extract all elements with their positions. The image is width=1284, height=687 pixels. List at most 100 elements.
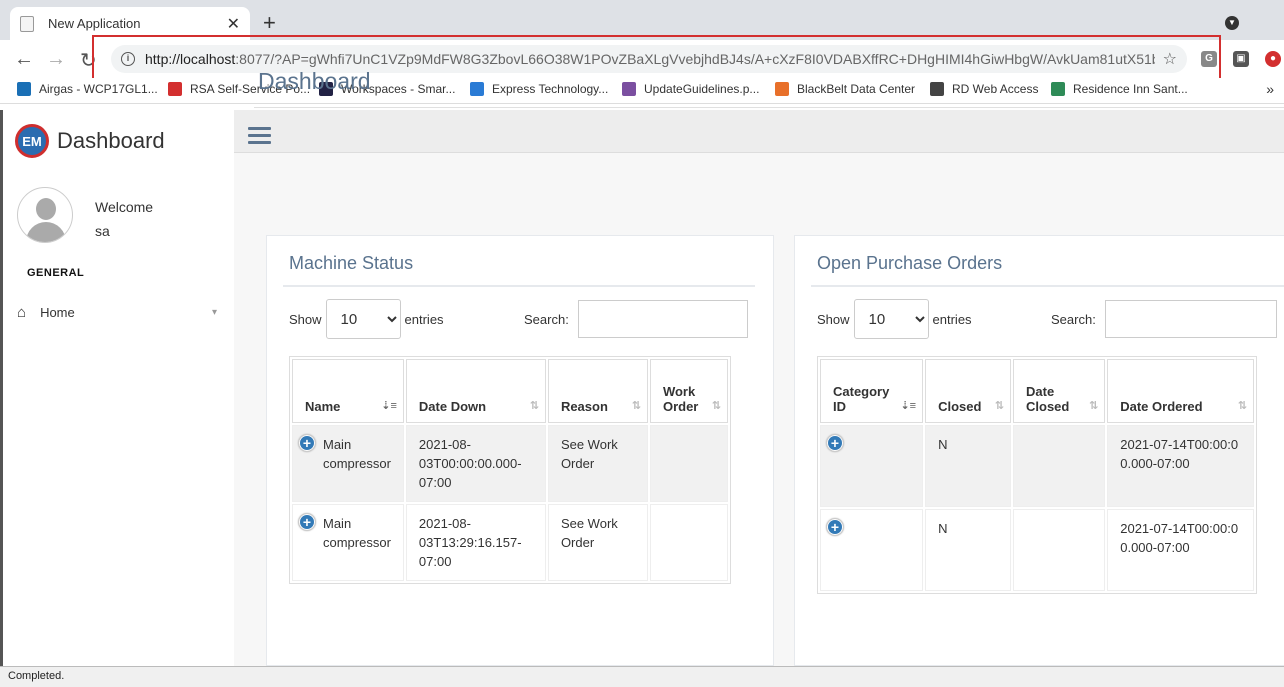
entries-select[interactable]: 10 xyxy=(853,299,929,339)
column-header-reason[interactable]: Reason ⇅ xyxy=(547,359,648,423)
bookmark-favicon-icon xyxy=(775,82,789,96)
expand-row-icon[interactable]: + xyxy=(298,513,316,531)
machine-status-table: Name ⇣≡ Date Down ⇅ Reason ⇅ Work Order ⇅ + M… xyxy=(289,356,731,584)
panel-title: Open Purchase Orders xyxy=(817,253,1003,273)
search-control: Search: xyxy=(1051,300,1277,338)
column-label: Category ID xyxy=(833,384,890,414)
bookmark-favicon-icon xyxy=(168,82,182,96)
cell-category-id: + xyxy=(820,509,924,591)
cell-date-closed xyxy=(1013,509,1106,591)
cell-date-closed xyxy=(1013,425,1106,507)
entries-control: Show 10 entries xyxy=(817,299,972,339)
bookmark-star-icon[interactable]: ☆ xyxy=(1163,49,1177,69)
bookmark-label: BlackBelt Data Center xyxy=(797,82,916,96)
url-text[interactable]: http://localhost:8077/?AP=gWhfi7UnC1VZp9… xyxy=(145,51,1155,67)
cell-reason: See Work Order xyxy=(547,425,648,502)
column-header-name[interactable]: Name ⇣≡ xyxy=(292,359,404,423)
cell-date-ordered: 2021-07-14T00:00:00.000-07:00 xyxy=(1107,509,1254,591)
bookmark-item[interactable]: Airgas - WCP17GL1... xyxy=(17,82,158,96)
cell-name: + Main compressor xyxy=(292,425,404,502)
entries-select[interactable]: 10 xyxy=(325,299,401,339)
cell-date-ordered: 2021-07-14T00:00:00.000-07:00 xyxy=(1107,425,1254,507)
show-label: Show xyxy=(289,311,322,327)
title-divider xyxy=(254,107,1284,108)
bookmark-item[interactable]: Express Technology... xyxy=(470,82,608,96)
entries-control: Show 10 entries xyxy=(289,299,444,339)
cell-closed: N xyxy=(925,509,1012,591)
column-header-closed[interactable]: Closed ⇅ xyxy=(925,359,1012,423)
bookmark-item[interactable]: Residence Inn Sant... xyxy=(1051,82,1188,96)
bookmark-item[interactable]: BlackBelt Data Center xyxy=(775,82,915,96)
sort-icon: ⇅ xyxy=(1089,400,1099,412)
cell-date-down: 2021-08-03T13:29:16.157-07:00 xyxy=(405,504,546,581)
url-host: http://localhost xyxy=(145,51,236,67)
sidebar-item-label: Home xyxy=(40,305,75,320)
table-row[interactable]: + Main compressor 2021-08-03T00:00:00.000… xyxy=(292,425,728,502)
brand[interactable]: EM Dashboard xyxy=(15,124,165,158)
search-label: Search: xyxy=(524,311,569,327)
more-bookmarks-icon[interactable]: » xyxy=(1266,81,1274,97)
sort-icon: ⇅ xyxy=(994,400,1005,412)
new-tab-plus-icon[interactable]: + xyxy=(263,10,276,36)
tab-search-icon[interactable]: ▼ xyxy=(1225,16,1239,30)
browser-tab[interactable]: New Application ✕ xyxy=(10,7,250,40)
entries-label: entries xyxy=(932,311,972,327)
search-input[interactable] xyxy=(1104,300,1277,338)
column-header-date-ordered[interactable]: Date Ordered ⇅ xyxy=(1107,359,1254,423)
bookmark-item[interactable]: UpdateGuidelines.p... xyxy=(622,82,759,96)
expand-row-icon[interactable]: + xyxy=(298,434,316,452)
panel-divider xyxy=(283,285,755,287)
entries-label: entries xyxy=(404,311,444,327)
show-label: Show xyxy=(817,311,850,327)
sort-icon: ⇅ xyxy=(1237,400,1247,412)
back-arrow-icon[interactable]: ← xyxy=(14,48,34,71)
column-label: Date Closed xyxy=(1026,384,1070,414)
open-purchase-orders-panel: Open Purchase Orders Show 10 entries Sea… xyxy=(794,235,1284,666)
chevron-down-icon: ▾ xyxy=(211,307,217,318)
bookmark-item[interactable]: RD Web Access xyxy=(930,82,1038,96)
extension-red-icon[interactable]: ● xyxy=(1265,51,1281,67)
welcome-text: Welcome xyxy=(95,199,154,215)
url-rest: :8077/?AP=gWhfi7UnC1VZp9MdFW8G3ZbovL66O3… xyxy=(235,51,1155,67)
table-row[interactable]: + N 2021-07-14T00:00:00.000-07:00 xyxy=(820,425,1254,507)
extension-g-icon[interactable]: G xyxy=(1201,51,1217,67)
avatar xyxy=(17,187,73,243)
sidebar: EM Dashboard Welcome sa GENERAL ⌂ Home ▾ xyxy=(0,110,234,666)
cell-name: + Main compressor xyxy=(292,504,404,581)
search-label: Search: xyxy=(1051,311,1096,327)
info-icon[interactable]: i xyxy=(121,52,135,66)
sort-icon: ⇅ xyxy=(529,400,539,412)
close-icon[interactable]: ✕ xyxy=(227,14,240,34)
section-label: GENERAL xyxy=(27,267,85,279)
column-header-date-closed[interactable]: Date Closed ⇅ xyxy=(1013,359,1106,423)
machine-status-panel: Machine Status Show 10 entries Search: N… xyxy=(266,235,774,666)
column-header-work-order[interactable]: Work Order ⇅ xyxy=(649,359,728,423)
reload-icon[interactable]: ↻ xyxy=(80,48,97,73)
cell-work-order xyxy=(649,425,728,502)
table-row[interactable]: + Main compressor 2021-08-03T13:29:16.157… xyxy=(292,504,728,581)
panel-title: Machine Status xyxy=(289,253,414,273)
home-icon: ⌂ xyxy=(17,304,27,321)
bookmark-favicon-icon xyxy=(930,82,944,96)
expand-row-icon[interactable]: + xyxy=(826,434,844,452)
avatar-head xyxy=(36,198,56,220)
page-icon xyxy=(20,15,34,32)
forward-arrow-icon[interactable]: → xyxy=(46,48,66,71)
search-input[interactable] xyxy=(577,300,748,338)
cell-date-down: 2021-08-03T00:00:00.000-07:00 xyxy=(405,425,546,502)
table-row[interactable]: + N 2021-07-14T00:00:00.000-07:00 xyxy=(820,509,1254,591)
status-bar: Completed. xyxy=(0,666,1284,687)
column-header-date-down[interactable]: Date Down ⇅ xyxy=(405,359,546,423)
expand-row-icon[interactable]: + xyxy=(826,518,844,536)
search-control: Search: xyxy=(524,300,748,338)
sidebar-item-home[interactable]: ⌂ Home ▾ xyxy=(17,304,217,321)
cell-closed: N xyxy=(925,425,1012,507)
column-label: Name xyxy=(305,399,341,414)
column-header-category-id[interactable]: Category ID ⇣≡ xyxy=(820,359,924,423)
menu-toggle-icon[interactable] xyxy=(248,127,271,148)
panel-divider xyxy=(811,285,1284,287)
browser-tabstrip: New Application ✕ + ▼ xyxy=(0,0,1284,40)
extension-puzzle-icon[interactable]: ▣ xyxy=(1233,51,1249,67)
cell-work-order xyxy=(649,504,728,581)
cell-text: Main compressor xyxy=(323,516,391,550)
